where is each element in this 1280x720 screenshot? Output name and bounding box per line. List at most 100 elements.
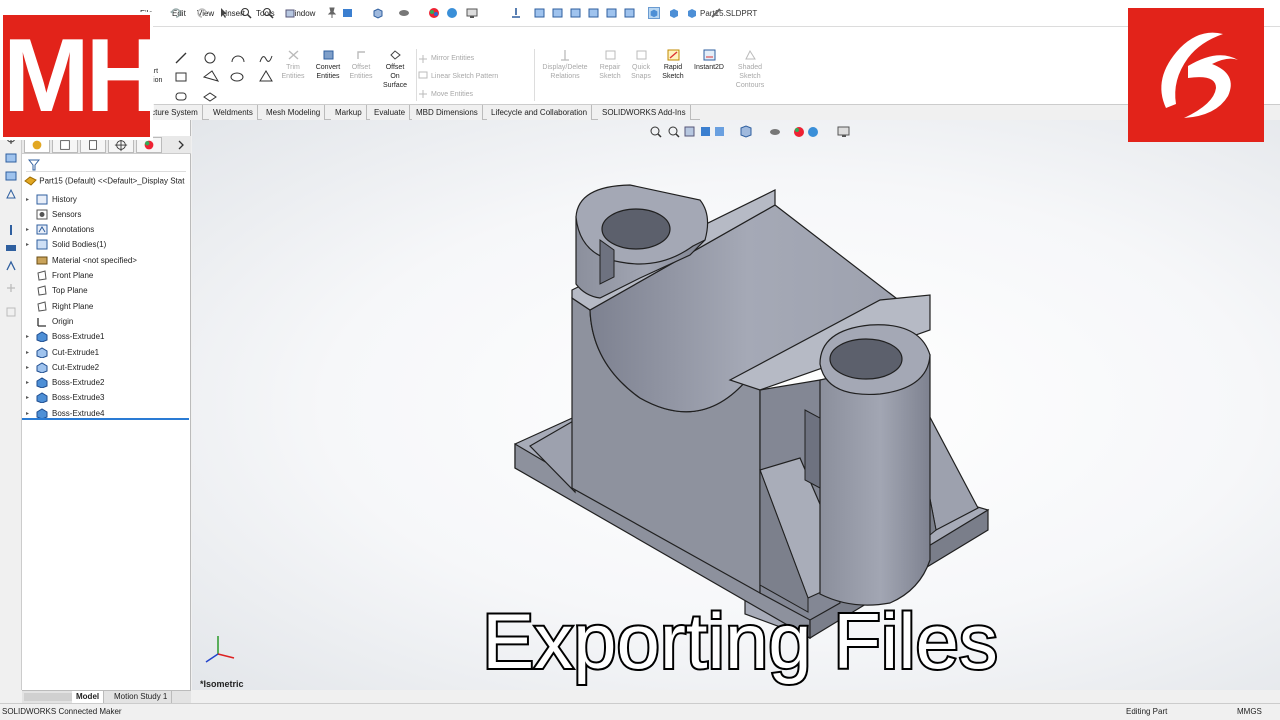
zoom-area-icon[interactable] (262, 7, 274, 19)
menu-bar: File Edit View Insert Tools Window Part1… (0, 0, 1280, 27)
right-view-icon[interactable] (588, 7, 600, 19)
tree-item-cut-extrude1[interactable]: ▸ Cut-Extrude1 (26, 345, 99, 359)
model-tabs: Model Motion Study 1 (22, 690, 191, 703)
tree-item-right-plane[interactable]: Right Plane (26, 299, 93, 313)
expand-arrow-icon[interactable]: ▸ (26, 196, 36, 203)
quick-snaps-button[interactable]: Quick Snaps (628, 49, 654, 81)
isometric-view-icon[interactable] (648, 7, 660, 19)
shaded-label-1: Shaded (737, 64, 763, 71)
chevron-right-icon[interactable] (176, 139, 186, 151)
coincident-icon[interactable] (5, 224, 17, 236)
instant2d-button[interactable]: Instant2D (690, 49, 728, 72)
display-style-icon[interactable] (398, 7, 410, 19)
tree-item-boss-extrude1[interactable]: ▸ Boss-Extrude1 (26, 330, 104, 344)
repair-sketch-button[interactable]: Repair Sketch (596, 49, 624, 81)
tree-item-history[interactable]: ▸ History (26, 192, 77, 206)
trim-label-1: Trim (286, 64, 300, 71)
mirror-entities-button[interactable]: Mirror Entities (431, 55, 474, 62)
front-view-icon[interactable] (534, 7, 546, 19)
tree-root-part[interactable]: Part15 (Default) <<Default>_Display Stat (24, 176, 184, 187)
parallel-icon[interactable] (5, 306, 17, 318)
plane-icon (37, 270, 47, 281)
tab-motion-study[interactable]: Motion Study 1 (110, 691, 173, 703)
collinear-icon[interactable] (5, 282, 17, 294)
tab-mbd-dimensions[interactable]: MBD Dimensions (412, 105, 483, 120)
status-mode: Editing Part (1126, 707, 1168, 716)
offset-surface-button[interactable]: Offset On Surface (378, 49, 412, 90)
tab-markup[interactable]: Markup (331, 105, 367, 120)
expand-arrow-icon[interactable]: ▸ (26, 241, 36, 248)
undo-icon[interactable] (170, 7, 182, 19)
rapid-sketch-button[interactable]: Rapid Sketch (658, 49, 688, 81)
snaps-label-1: Quick (632, 64, 650, 71)
previous-view-icon[interactable] (284, 7, 296, 19)
solid-bodies-icon (36, 239, 48, 250)
tab-mesh-modeling[interactable]: Mesh Modeling (262, 105, 326, 120)
smart-dimension-icon[interactable] (5, 152, 17, 164)
offset-entities-button[interactable]: Offset Entities (346, 49, 376, 81)
back-view-icon[interactable] (552, 7, 564, 19)
add-relation-icon[interactable] (5, 170, 17, 182)
top-view-icon[interactable] (606, 7, 618, 19)
vertical-icon[interactable] (5, 260, 17, 272)
horizontal-icon[interactable] (5, 242, 17, 254)
display-delete-relations-button[interactable]: Display/Delete Relations (536, 49, 594, 81)
part-icon (24, 176, 37, 186)
expand-arrow-icon[interactable]: ▸ (26, 394, 36, 401)
tree-item-label: Solid Bodies(1) (52, 240, 107, 250)
tab-solidworks-addins[interactable]: SOLIDWORKS Add-Ins (598, 105, 691, 120)
tree-filter[interactable] (26, 158, 186, 172)
fix-icon[interactable] (5, 188, 17, 200)
expand-arrow-icon[interactable]: ▸ (26, 349, 36, 356)
expand-arrow-icon[interactable]: ▸ (26, 226, 36, 233)
tab-weldments[interactable]: Weldments (209, 105, 258, 120)
convert-label-1: Convert (315, 64, 341, 71)
tree-item-origin[interactable]: Origin (26, 314, 73, 328)
trim-icon (288, 50, 298, 60)
trim-label-2: Entities (281, 73, 305, 80)
convert-entities-button[interactable]: Convert Entities (312, 49, 344, 81)
appearance-icon[interactable] (428, 7, 440, 19)
scene-icon[interactable] (446, 7, 458, 19)
measure-icon[interactable] (710, 7, 722, 19)
tab-scroll-arrows[interactable] (24, 693, 72, 701)
tree-item-top-plane[interactable]: Top Plane (26, 284, 88, 298)
tree-item-sensors[interactable]: Sensors (26, 207, 81, 221)
trimetric-view-icon[interactable] (668, 7, 680, 19)
expand-arrow-icon[interactable]: ▸ (26, 364, 36, 371)
linear-pattern-button[interactable]: Linear Sketch Pattern (431, 73, 498, 80)
tab-evaluate[interactable]: Evaluate (370, 105, 411, 120)
tree-item-boss-extrude3[interactable]: ▸ Boss-Extrude3 (26, 391, 104, 405)
zoom-fit-icon[interactable] (240, 7, 252, 19)
tree-item-solid-bodies-1[interactable]: ▸ Solid Bodies(1) (26, 238, 106, 252)
tree-item-boss-extrude2[interactable]: ▸ Boss-Extrude2 (26, 376, 104, 390)
view-orientation-icon[interactable] (372, 7, 384, 19)
material-icon (36, 256, 48, 265)
status-units[interactable]: MMGS (1237, 707, 1262, 716)
tree-item-material-not-specified[interactable]: Material <not specified> (26, 253, 137, 267)
tree-item-label: Boss-Extrude3 (52, 393, 105, 403)
filter-icon (28, 159, 40, 171)
tree-item-front-plane[interactable]: Front Plane (26, 269, 93, 283)
dimetric-view-icon[interactable] (686, 7, 698, 19)
move-entities-button[interactable]: Move Entities (431, 91, 473, 98)
tree-item-annotations[interactable]: ▸ Annotations (26, 223, 94, 237)
trim-entities-button[interactable]: Trim Entities (280, 49, 306, 81)
shaded-sketch-contours-button[interactable]: Shaded Sketch Contours (732, 49, 768, 90)
pin-icon[interactable] (326, 7, 338, 19)
section-view-icon[interactable] (342, 7, 354, 19)
tab-lifecycle-collaboration[interactable]: Lifecycle and Collaboration (487, 105, 593, 120)
display-pane-icon[interactable] (466, 7, 478, 19)
tree-item-cut-extrude2[interactable]: ▸ Cut-Extrude2 (26, 360, 99, 374)
relations-icon (560, 50, 569, 61)
bottom-view-icon[interactable] (624, 7, 636, 19)
rollback-bar[interactable] (22, 418, 189, 420)
expand-arrow-icon[interactable]: ▸ (26, 379, 36, 386)
select-arrow-icon[interactable] (218, 7, 230, 19)
tab-model[interactable]: Model (72, 691, 105, 703)
redo-icon[interactable] (196, 7, 208, 19)
normal-to-icon[interactable] (510, 7, 522, 19)
expand-arrow-icon[interactable]: ▸ (26, 333, 36, 340)
expand-arrow-icon[interactable]: ▸ (26, 410, 36, 417)
left-view-icon[interactable] (570, 7, 582, 19)
